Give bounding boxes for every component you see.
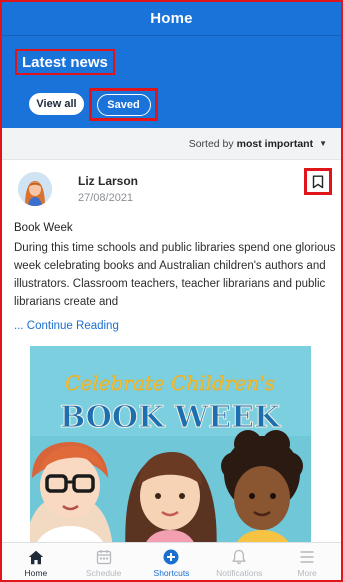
avatar: [18, 172, 52, 206]
post-image[interactable]: Celebrate Children's BOOK WEEK: [30, 346, 311, 560]
saved-button[interactable]: Saved: [96, 93, 151, 116]
banner-line2: BOOK WEEK: [60, 400, 281, 435]
sort-prefix: Sorted by: [188, 137, 234, 150]
bell-icon: [232, 549, 246, 565]
banner-line1: Celebrate Children's: [65, 371, 275, 395]
tab-more-label: More: [297, 568, 317, 578]
view-all-button[interactable]: View all: [29, 93, 84, 115]
post-title: Book Week: [14, 222, 73, 234]
saved-highlight: Saved: [89, 88, 158, 121]
tab-schedule-label: Schedule: [85, 568, 122, 578]
tab-shortcuts-label: Shortcuts: [153, 568, 190, 578]
tab-home[interactable]: Home: [2, 543, 70, 580]
bottom-tab-bar: Home Schedule Shortcuts Notifications Mo…: [2, 542, 341, 580]
bookmark-button[interactable]: [304, 168, 332, 195]
tab-notifications-label: Notifications: [216, 568, 263, 578]
post-date: 27/08/2021: [78, 192, 134, 204]
author-name: Liz Larson: [78, 174, 139, 188]
continue-reading-link[interactable]: ... Continue Reading: [14, 320, 119, 332]
tab-more[interactable]: More: [273, 543, 341, 580]
sort-caret-icon: ▼: [319, 139, 327, 148]
app-header: Home: [2, 2, 341, 36]
tab-home-label: Home: [24, 568, 48, 578]
bookmark-icon: [312, 175, 324, 188]
tab-schedule[interactable]: Schedule: [70, 543, 138, 580]
post-body: During this time schools and public libr…: [14, 242, 336, 308]
tab-notifications[interactable]: Notifications: [205, 543, 273, 580]
news-hero: Latest news View all Saved: [2, 36, 341, 128]
app-screen: Home Latest news View all Saved Sorted b…: [0, 0, 343, 582]
sort-value: most important: [236, 137, 314, 150]
home-icon: [28, 550, 44, 564]
calendar-icon: [96, 550, 111, 565]
menu-icon: [300, 551, 314, 563]
sort-control[interactable]: Sorted by most important ▼: [2, 128, 341, 160]
section-title: Latest news: [15, 49, 115, 75]
tab-shortcuts[interactable]: Shortcuts: [138, 543, 206, 580]
page-title: Home: [150, 10, 193, 27]
plus-circle-icon: [163, 549, 179, 565]
news-post-card: Liz Larson 27/08/2021 Book Week During t…: [2, 160, 341, 560]
